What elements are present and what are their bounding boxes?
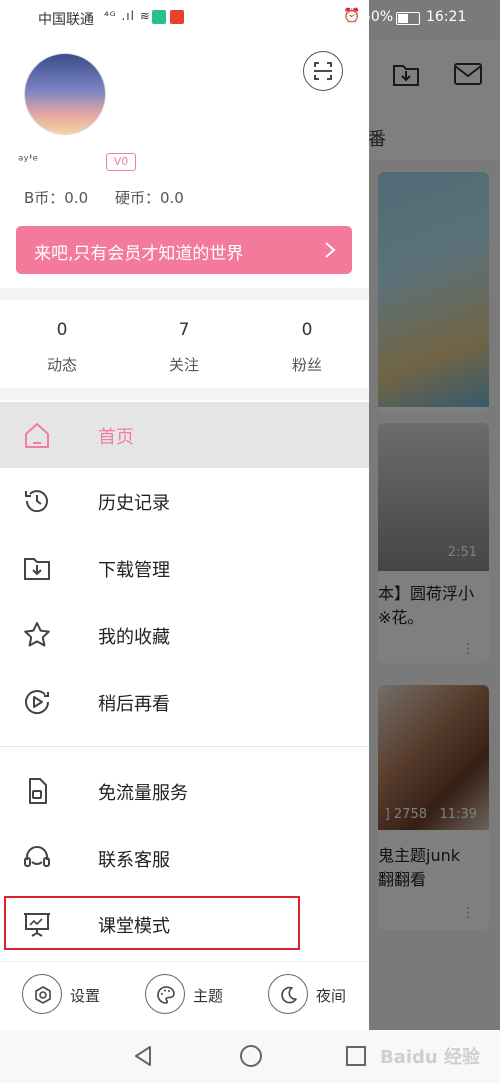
scan-button[interactable]	[303, 51, 343, 91]
settings-icon	[22, 974, 62, 1014]
drawer-scrim[interactable]	[369, 0, 500, 1030]
menu-item-watch-later[interactable]: 稍后再看	[0, 669, 369, 735]
home-icon	[22, 420, 52, 450]
moon-icon	[268, 974, 308, 1014]
section-divider	[0, 388, 369, 400]
night-label: 夜间	[316, 987, 347, 1005]
menu-item-free-data[interactable]: 免流量服务	[0, 758, 369, 824]
alarm-icon: ⏰	[343, 8, 361, 24]
star-icon	[22, 620, 52, 650]
scan-icon	[314, 62, 332, 80]
menu-label: 下载管理	[98, 560, 170, 581]
settings-button[interactable]: 设置	[22, 974, 112, 1018]
b-coin-balance: B币：0.0	[24, 189, 89, 207]
section-divider	[0, 288, 369, 300]
menu-item-favorites[interactable]: 我的收藏	[0, 602, 369, 668]
avatar[interactable]	[24, 53, 106, 135]
stat-label: 动态	[46, 356, 77, 374]
hard-coin-balance: 硬币：0.0	[114, 189, 184, 207]
stat-label: 粉丝	[291, 356, 322, 374]
drawer-bottom-bar: 设置 主题 夜间	[0, 961, 369, 1031]
menu-item-home[interactable]: 首页	[0, 402, 369, 468]
menu-item-support[interactable]: 联系客服	[0, 825, 369, 891]
carrier-name: 中国联通	[38, 12, 94, 28]
menu-label: 历史记录	[98, 493, 170, 514]
highlight-annotation-box	[4, 896, 300, 950]
theme-label: 主题	[193, 987, 224, 1005]
home-circle-icon[interactable]	[239, 1044, 263, 1072]
menu-label: 我的收藏	[98, 627, 170, 648]
stats-row: 0 动态 7 关注 0 粉丝	[0, 300, 369, 388]
stat-following[interactable]: 7 关注	[144, 320, 224, 375]
menu-divider	[0, 746, 369, 747]
vip-banner[interactable]: 来吧,只有会员才知道的世界	[16, 226, 352, 274]
coin-balance: B币：0.0 硬币：0.0	[24, 187, 206, 208]
menu-label: 稍后再看	[98, 694, 170, 715]
level-badge: V0	[106, 153, 136, 171]
menu-label: 免流量服务	[98, 783, 188, 804]
menu-label: 联系客服	[98, 850, 170, 871]
stat-value: 7	[178, 320, 190, 340]
status-bar: 中国联通 ⁴ᴳ .ıl ≋	[0, 0, 369, 36]
sim-card-icon	[22, 776, 52, 806]
headset-icon	[22, 843, 52, 873]
navigation-drawer: ᵃʸ'ᵉ V0 B币：0.0 硬币：0.0 来吧,只有会员才知道的世界 0 动态…	[0, 36, 369, 1031]
stat-value: 0	[56, 320, 68, 340]
app-notification-icon	[170, 10, 184, 24]
stat-fans[interactable]: 0 粉丝	[267, 320, 347, 375]
battery-percent: 50%	[362, 9, 394, 25]
menu-label: 首页	[98, 427, 134, 448]
settings-label: 设置	[70, 987, 101, 1005]
download-folder-icon	[22, 553, 52, 583]
signal-icons: ⁴ᴳ .ıl ≋	[104, 9, 151, 23]
chevron-right-icon	[322, 238, 338, 266]
night-mode-button[interactable]: 夜间	[268, 974, 358, 1018]
stat-dynamics[interactable]: 0 动态	[22, 320, 102, 375]
menu-item-history[interactable]: 历史记录	[0, 468, 369, 534]
menu-item-download[interactable]: 下载管理	[0, 535, 369, 601]
watch-later-icon	[22, 687, 52, 717]
palette-icon	[145, 974, 185, 1014]
stat-value: 0	[301, 320, 313, 340]
recents-icon[interactable]	[345, 1044, 367, 1072]
clock-time: 16:21	[426, 9, 467, 25]
status-bar-right: ⏰ 50% 16:21	[340, 0, 500, 36]
theme-button[interactable]: 主题	[145, 974, 235, 1018]
watermark: Baidu 经验	[380, 1047, 481, 1068]
vip-banner-text: 来吧,只有会员才知道的世界	[34, 244, 244, 264]
app-notification-icon	[152, 10, 166, 24]
username[interactable]: ᵃʸ'ᵉ	[18, 153, 38, 169]
back-icon[interactable]	[132, 1044, 154, 1072]
stat-label: 关注	[168, 356, 199, 374]
history-icon	[22, 486, 52, 516]
battery-icon	[396, 12, 420, 25]
